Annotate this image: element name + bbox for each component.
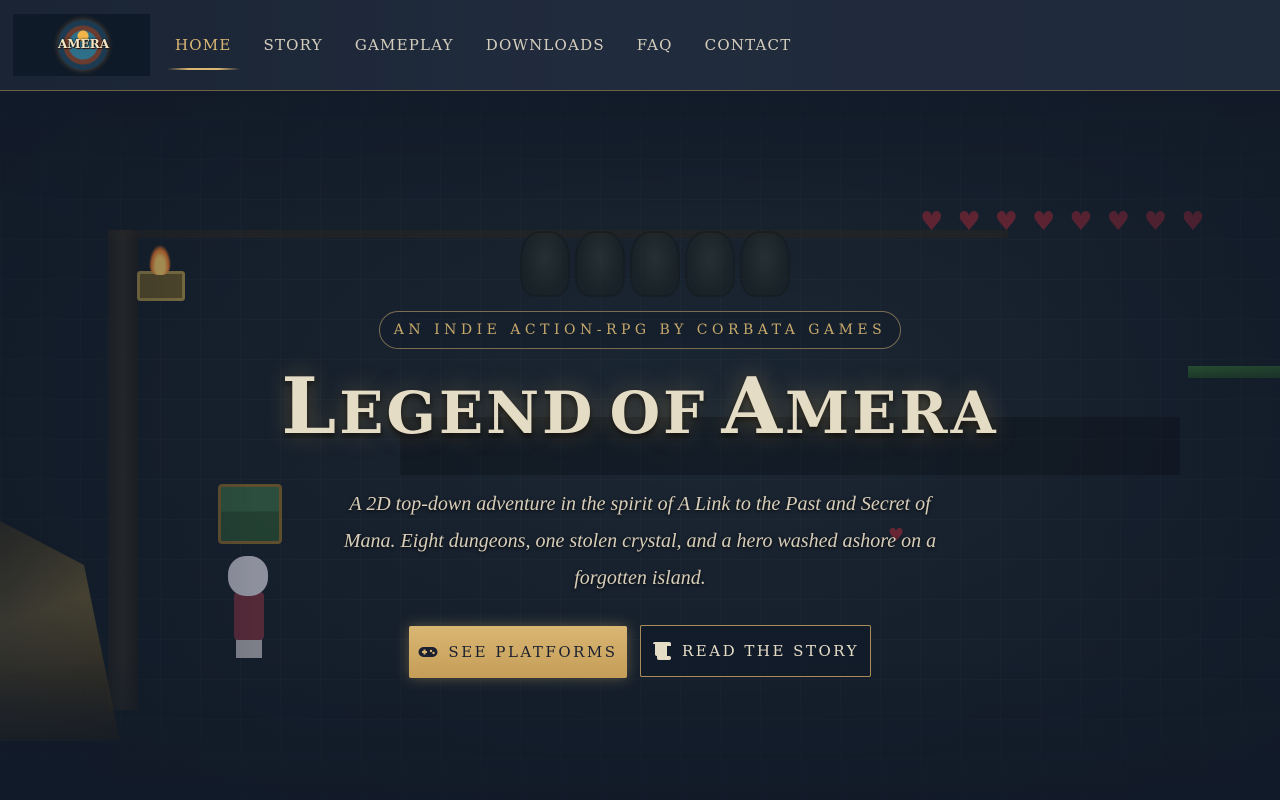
read-story-label: READ THE STORY xyxy=(682,642,859,660)
nav-link-faq[interactable]: FAQ xyxy=(637,36,673,54)
hero-description: A 2D top-down adventure in the spirit of… xyxy=(343,493,937,589)
urn-icon xyxy=(740,231,790,297)
nav-link-contact[interactable]: CONTACT xyxy=(705,36,792,54)
heart-icon: ♥ xyxy=(1143,207,1168,237)
heart-icon: ♥ xyxy=(1181,207,1205,237)
logo-text: AMERA xyxy=(58,37,110,51)
site-header: AMERA HOME STORY GAMEPLAY DOWNLOADS FAQ … xyxy=(0,0,1280,91)
heart-icon: ♥ xyxy=(920,207,944,237)
torch-icon xyxy=(135,241,187,311)
gamepad-icon xyxy=(418,646,438,658)
health-hearts: ♥ ♥ ♥ ♥ ♥ ♥ ♥ ♥ xyxy=(920,207,1205,237)
game-title: LEGEND OF AMERA xyxy=(281,361,999,452)
treasure-chest-icon xyxy=(218,484,282,544)
urn-icon xyxy=(685,231,735,297)
see-platforms-button[interactable]: SEE PLATFORMS xyxy=(409,626,627,678)
nav-link-story[interactable]: STORY xyxy=(264,36,323,54)
nav-link-downloads[interactable]: DOWNLOADS xyxy=(486,36,605,54)
hero-section: ♥ ♥ ♥ ♥ ♥ ♥ ♥ ♥ ♥ AN INDIE ACTION-RPG BY… xyxy=(0,91,1280,800)
heart-icon: ♥ xyxy=(957,207,981,237)
golden-door-decoration xyxy=(0,521,120,741)
logo-emblem-icon: AMERA xyxy=(58,20,110,70)
urn-icon xyxy=(520,231,570,297)
logo-link[interactable]: AMERA xyxy=(12,13,151,77)
read-story-button[interactable]: READ THE STORY xyxy=(640,625,871,677)
scroll-icon xyxy=(652,642,672,660)
main-nav: HOME STORY GAMEPLAY DOWNLOADS FAQ CONTAC… xyxy=(167,28,823,70)
urn-icon xyxy=(575,231,625,297)
heart-icon: ♥ xyxy=(1031,207,1056,237)
tagline-badge: AN INDIE ACTION-RPG BY CORBATA GAMES xyxy=(379,311,901,349)
nav-link-gameplay[interactable]: GAMEPLAY xyxy=(355,36,454,54)
dungeon-wall-left xyxy=(108,230,138,710)
see-platforms-label: SEE PLATFORMS xyxy=(448,643,618,661)
heart-icon: ♥ xyxy=(994,207,1018,237)
heart-icon: ♥ xyxy=(1069,207,1093,237)
nav-link-home[interactable]: HOME xyxy=(167,36,239,70)
heart-icon: ♥ xyxy=(1106,207,1130,237)
urns-decoration xyxy=(520,231,790,297)
urn-icon xyxy=(630,231,680,297)
hero-character-sprite xyxy=(224,556,272,660)
